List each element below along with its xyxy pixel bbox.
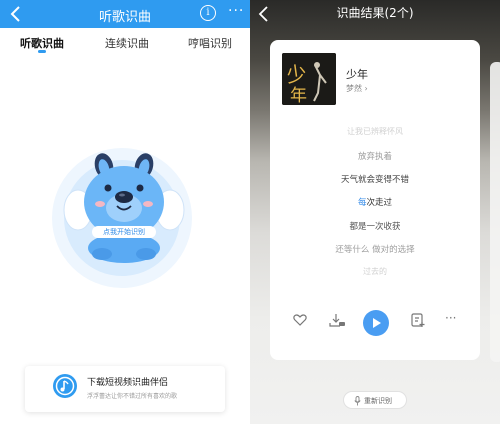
svg-text:年: 年 (290, 86, 307, 105)
result-card: 少 年 少年 梦然 › 让我已辨释怀风 放弃执着 天气就会变得不错 每次走过 都… (270, 40, 480, 360)
player-controls: ··· (270, 310, 480, 340)
add-to-list-icon[interactable] (410, 312, 426, 328)
download-icon[interactable] (328, 312, 346, 328)
banner-title: 下载短视频识曲伴侣 (87, 378, 169, 388)
song-title: 少年 (346, 68, 368, 81)
microphone-icon (354, 396, 361, 406)
more-icon[interactable]: ··· (445, 311, 456, 325)
page-title: 识曲结果(2个) (336, 6, 414, 20)
tab-indicator (38, 50, 46, 53)
info-icon[interactable]: i (200, 5, 216, 21)
lyric-line: 让我已辨释怀风 (347, 127, 403, 136)
lyric-line: 天气就会变得不错 (340, 175, 409, 185)
banner-subtitle: 浮浮蕾达让你不错过所有喜欢的歌 (87, 393, 178, 400)
lyric-line: 放弃执着 (357, 152, 392, 162)
artist-name[interactable]: 梦然 › (346, 83, 368, 94)
retry-label: 重新识别 (364, 397, 392, 405)
tab-listen[interactable]: 听歌识曲 (20, 35, 64, 51)
lyric-line: 过去的 (363, 267, 387, 276)
album-cover[interactable]: 少 年 (282, 53, 336, 105)
right-screen: 识曲结果(2个) 少 年 少年 梦然 › 让我已辨释怀风 放弃执着 天气就会变得… (250, 0, 500, 424)
tap-to-recognize-label[interactable]: 点我开始识别 (92, 226, 156, 238)
companion-app-banner[interactable]: 下载短视频识曲伴侣 浮浮蕾达让你不错过所有喜欢的歌 (25, 366, 225, 412)
lyric-line: 还等什么 做对的选择 (335, 245, 415, 255)
heart-icon[interactable] (292, 312, 308, 328)
play-icon (373, 318, 381, 328)
retry-recognize-button[interactable]: 重新识别 (343, 391, 407, 409)
music-note-app-icon (53, 374, 77, 398)
top-bar: 听歌识曲 i ··· (0, 0, 250, 28)
lyric-line-current: 每次走过 (357, 198, 393, 208)
chevron-right-icon: › (364, 84, 368, 93)
svg-text:少: 少 (285, 61, 308, 88)
mascot-dog-icon[interactable] (62, 150, 186, 265)
next-result-card-edge[interactable] (490, 62, 500, 362)
play-button[interactable] (363, 310, 389, 336)
tab-continuous[interactable]: 连续识曲 (105, 35, 149, 51)
lyric-line: 都是一次收获 (349, 222, 401, 232)
more-icon[interactable]: ··· (228, 3, 244, 19)
left-screen: 听歌识曲 i ··· 听歌识曲 连续识曲 哼唱识别 点我开始识别 下载短视频识曲… (0, 0, 250, 424)
tab-humming[interactable]: 哼唱识别 (188, 35, 232, 51)
